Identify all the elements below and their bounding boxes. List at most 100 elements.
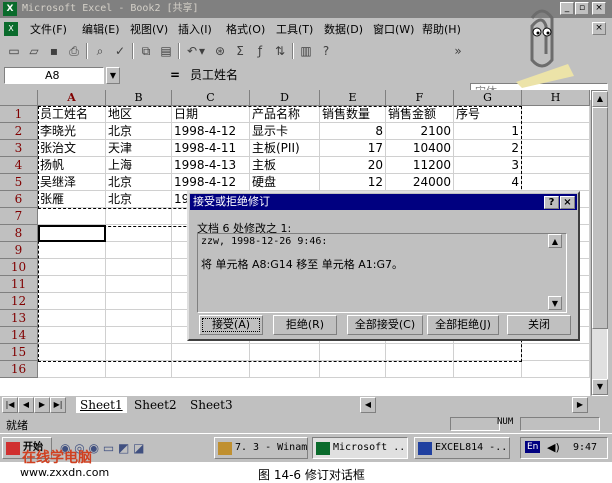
- table-cell[interactable]: [250, 361, 320, 378]
- vertical-scrollbar[interactable]: ▲ ▼: [591, 90, 608, 396]
- row-header[interactable]: 12: [0, 293, 38, 310]
- scroll-down-icon[interactable]: ▼: [548, 296, 562, 310]
- task-excel814[interactable]: EXCEL814 -...: [414, 437, 510, 459]
- scroll-down-icon[interactable]: ▼: [592, 379, 608, 395]
- last-sheet-icon[interactable]: ▶|: [50, 397, 66, 413]
- table-cell[interactable]: 3: [454, 157, 522, 174]
- spelling-icon[interactable]: ✓: [112, 43, 128, 59]
- function-icon[interactable]: ƒ: [252, 43, 268, 59]
- table-cell[interactable]: [522, 361, 590, 378]
- table-cell[interactable]: [320, 361, 386, 378]
- undo-dropdown-icon[interactable]: ▾: [198, 43, 206, 59]
- table-cell[interactable]: 17: [320, 140, 386, 157]
- sort-icon[interactable]: ⇅: [272, 43, 288, 59]
- more-buttons-icon[interactable]: »: [450, 43, 466, 59]
- table-cell[interactable]: 销售金额: [386, 106, 454, 123]
- table-cell[interactable]: 销售数量: [320, 106, 386, 123]
- close-icon[interactable]: ×: [560, 196, 575, 209]
- help-icon[interactable]: ?: [544, 196, 559, 209]
- tab-sheet3[interactable]: Sheet3: [186, 397, 237, 413]
- table-cell[interactable]: [454, 344, 522, 361]
- menu-window[interactable]: 窗口(W): [373, 23, 414, 36]
- table-cell[interactable]: [106, 259, 172, 276]
- table-cell[interactable]: 2: [454, 140, 522, 157]
- table-cell[interactable]: 产品名称: [250, 106, 320, 123]
- menu-data[interactable]: 数据(D): [324, 23, 363, 36]
- row-header[interactable]: 1: [0, 106, 38, 123]
- table-cell[interactable]: [250, 344, 320, 361]
- table-cell[interactable]: [522, 123, 590, 140]
- language-indicator[interactable]: En: [525, 441, 541, 453]
- table-cell[interactable]: 24000: [386, 174, 454, 191]
- table-cell[interactable]: 吴继泽: [38, 174, 106, 191]
- hscroll-left-icon[interactable]: ◀: [360, 397, 376, 413]
- column-header-b[interactable]: B: [106, 90, 172, 106]
- table-cell[interactable]: 北京: [106, 123, 172, 140]
- accept-button[interactable]: 接受(A): [199, 315, 263, 335]
- table-cell[interactable]: [106, 327, 172, 344]
- chart-wizard-icon[interactable]: ▥: [298, 43, 314, 59]
- hyperlink-icon[interactable]: ⊛: [212, 43, 228, 59]
- row-header[interactable]: 6: [0, 191, 38, 208]
- task-excel[interactable]: Microsoft ...: [312, 437, 408, 459]
- table-cell[interactable]: 2100: [386, 123, 454, 140]
- next-sheet-icon[interactable]: ▶: [34, 397, 50, 413]
- column-header-f[interactable]: F: [386, 90, 454, 106]
- table-cell[interactable]: 12: [320, 174, 386, 191]
- autosum-icon[interactable]: Σ: [232, 43, 248, 59]
- excel-app-icon[interactable]: X: [3, 2, 17, 16]
- table-cell[interactable]: [522, 174, 590, 191]
- reject-button[interactable]: 拒绝(R): [273, 315, 337, 335]
- prev-sheet-icon[interactable]: ◀: [18, 397, 34, 413]
- formula-content[interactable]: 员工姓名: [190, 67, 238, 83]
- menu-help[interactable]: 帮助(H): [422, 23, 461, 36]
- table-cell[interactable]: 员工姓名: [38, 106, 106, 123]
- table-cell[interactable]: [38, 293, 106, 310]
- table-cell[interactable]: [38, 327, 106, 344]
- doc-close-button[interactable]: ×: [592, 22, 606, 35]
- task-winamp[interactable]: 7. 3 - Winamp: [214, 437, 308, 459]
- table-cell[interactable]: [38, 242, 106, 259]
- table-cell[interactable]: 主板: [250, 157, 320, 174]
- table-cell[interactable]: [38, 310, 106, 327]
- row-header[interactable]: 10: [0, 259, 38, 276]
- table-cell[interactable]: [38, 208, 106, 225]
- table-cell[interactable]: [106, 310, 172, 327]
- table-cell[interactable]: [106, 293, 172, 310]
- column-header-d[interactable]: D: [250, 90, 320, 106]
- menu-edit[interactable]: 编辑(E): [82, 23, 120, 36]
- open-icon[interactable]: ▱: [26, 43, 42, 59]
- tab-sheet2[interactable]: Sheet2: [130, 397, 181, 413]
- table-cell[interactable]: 11200: [386, 157, 454, 174]
- formula-equals[interactable]: =: [170, 68, 180, 82]
- table-cell[interactable]: 张雁: [38, 191, 106, 208]
- column-header-c[interactable]: C: [172, 90, 250, 106]
- table-cell[interactable]: 1998-4-13: [172, 157, 250, 174]
- table-cell[interactable]: 1998-4-12: [172, 174, 250, 191]
- row-header[interactable]: 9: [0, 242, 38, 259]
- row-header[interactable]: 5: [0, 174, 38, 191]
- table-cell[interactable]: 8: [320, 123, 386, 140]
- row-header[interactable]: 3: [0, 140, 38, 157]
- table-cell[interactable]: 北京: [106, 174, 172, 191]
- table-cell[interactable]: [454, 361, 522, 378]
- table-cell[interactable]: [106, 276, 172, 293]
- table-cell[interactable]: [386, 361, 454, 378]
- table-cell[interactable]: [38, 225, 106, 242]
- select-all-corner[interactable]: [0, 90, 38, 106]
- chevron-down-icon[interactable]: ▼: [106, 67, 120, 84]
- table-cell[interactable]: 序号: [454, 106, 522, 123]
- hscroll-right-icon[interactable]: ▶: [572, 397, 588, 413]
- table-cell[interactable]: 10400: [386, 140, 454, 157]
- scroll-thumb[interactable]: [592, 107, 608, 329]
- table-cell[interactable]: [386, 344, 454, 361]
- tab-sheet1[interactable]: Sheet1: [76, 397, 127, 413]
- table-cell[interactable]: [106, 225, 172, 242]
- table-cell[interactable]: 扬帆: [38, 157, 106, 174]
- table-cell[interactable]: 显示卡: [250, 123, 320, 140]
- table-cell[interactable]: [320, 344, 386, 361]
- table-cell[interactable]: [522, 140, 590, 157]
- table-cell[interactable]: [38, 361, 106, 378]
- office-assistant-icon[interactable]: [508, 2, 578, 88]
- row-header[interactable]: 7: [0, 208, 38, 225]
